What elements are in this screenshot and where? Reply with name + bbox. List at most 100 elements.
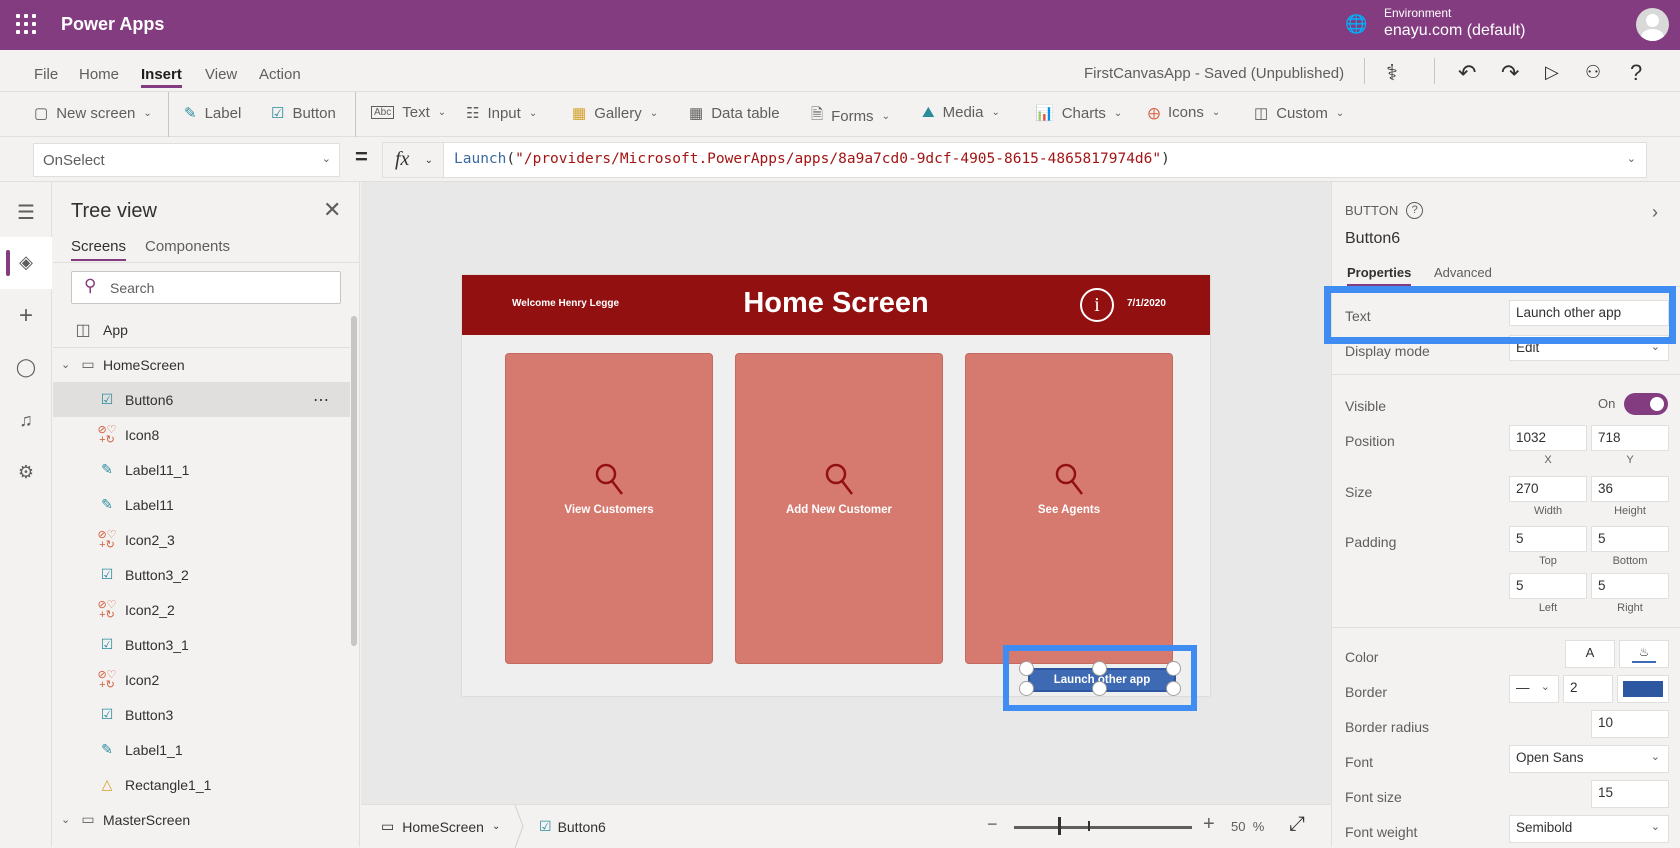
font-dropdown[interactable]: Open Sans ⌄ bbox=[1509, 745, 1669, 773]
icons-dropdown[interactable]: ⨁ Icons ⌄ bbox=[1148, 104, 1220, 121]
tree-item-label11-1[interactable]: ✎ Label11_1 bbox=[53, 452, 350, 487]
label-button[interactable]: ✎ Label bbox=[184, 104, 241, 123]
breadcrumb-screen[interactable]: ▭ HomeScreen ⌄ bbox=[381, 818, 500, 835]
chevron-right-icon[interactable]: › bbox=[1652, 202, 1658, 223]
environment-value[interactable]: enayu.com (default) bbox=[1384, 22, 1525, 40]
font-size-input[interactable]: 15 bbox=[1591, 780, 1669, 808]
media-dropdown[interactable]: ⛰ Media ⌄ bbox=[922, 104, 1000, 121]
resize-handle[interactable] bbox=[1019, 681, 1034, 696]
tab-components[interactable]: Components bbox=[145, 238, 230, 255]
text-color-picker[interactable]: A bbox=[1565, 640, 1615, 668]
font-weight-dropdown[interactable]: Semibold ⌄ bbox=[1509, 815, 1669, 843]
info-icon[interactable]: i bbox=[1080, 288, 1114, 322]
height-input[interactable]: 36 bbox=[1591, 476, 1669, 502]
app-checker-icon[interactable]: ⚕ bbox=[1386, 60, 1398, 86]
close-icon[interactable]: ✕ bbox=[323, 197, 341, 223]
preview-play-icon[interactable]: ▷ bbox=[1545, 62, 1559, 83]
environment-icon[interactable]: 🌐 bbox=[1345, 14, 1367, 35]
width-input[interactable]: 270 bbox=[1509, 476, 1587, 502]
resize-handle[interactable] bbox=[1019, 661, 1034, 676]
padding-right-input[interactable]: 5 bbox=[1591, 573, 1669, 599]
menu-action[interactable]: Action bbox=[259, 66, 301, 83]
formula-input[interactable]: Launch("/providers/Microsoft.PowerApps/a… bbox=[443, 142, 1647, 178]
forms-dropdown[interactable]: 🗎 Forms ⌄ bbox=[811, 104, 890, 129]
input-dropdown[interactable]: ☷ Input ⌄ bbox=[466, 104, 537, 123]
resize-handle[interactable] bbox=[1166, 661, 1181, 676]
home-screen-header[interactable]: Welcome Henry Legge Home Screen i 7/1/20… bbox=[462, 275, 1210, 335]
tree-item-icon8[interactable]: ⊘♡ +↻ Icon8 bbox=[53, 417, 350, 452]
padding-left-input[interactable]: 5 bbox=[1509, 573, 1587, 599]
tree-item-homescreen[interactable]: ⌄ ▭ HomeScreen bbox=[53, 347, 350, 382]
resize-handle[interactable] bbox=[1092, 661, 1107, 676]
new-screen-button[interactable]: ▢ New screen ⌄ bbox=[34, 104, 152, 123]
chevron-down-icon[interactable]: ⌄ bbox=[61, 813, 70, 826]
gallery-dropdown[interactable]: ▦ Gallery ⌄ bbox=[572, 104, 658, 123]
padding-top-input[interactable]: 5 bbox=[1509, 526, 1587, 552]
help-icon[interactable]: ? bbox=[1630, 60, 1642, 86]
position-y-input[interactable]: 718 bbox=[1591, 425, 1669, 451]
border-width-input[interactable]: 2 bbox=[1563, 675, 1613, 703]
border-style-dropdown[interactable]: — ⌄ bbox=[1509, 675, 1559, 703]
control-name[interactable]: Button6 bbox=[1345, 230, 1400, 248]
tree-scrollbar[interactable] bbox=[351, 316, 357, 646]
tree-search-input[interactable]: ⚲ Search bbox=[71, 271, 341, 304]
tree-item-icon2-2[interactable]: ⊘♡ +↻ Icon2_2 bbox=[53, 592, 350, 627]
custom-dropdown[interactable]: ◫ Custom ⌄ bbox=[1254, 104, 1344, 123]
tree-item-icon2-3[interactable]: ⊘♡ +↻ Icon2_3 bbox=[53, 522, 350, 557]
chevron-down-icon[interactable]: ⌄ bbox=[61, 358, 70, 371]
undo-icon[interactable]: ↶ bbox=[1458, 60, 1476, 86]
date-label[interactable]: 7/1/2020 bbox=[1127, 298, 1166, 309]
insert-plus-icon[interactable]: + bbox=[0, 302, 52, 330]
visible-toggle[interactable] bbox=[1624, 393, 1668, 415]
more-options-icon[interactable]: ⋯ bbox=[313, 390, 330, 410]
data-table-button[interactable]: ▦ Data table bbox=[689, 104, 780, 123]
function-picker[interactable]: fx ⌄ bbox=[382, 142, 444, 178]
tab-screens[interactable]: Screens bbox=[71, 238, 127, 261]
hamburger-icon[interactable]: ☰ bbox=[0, 200, 52, 225]
button-button[interactable]: ☑ Button bbox=[271, 104, 336, 123]
tree-item-button3-2[interactable]: ☑ Button3_2 bbox=[53, 557, 350, 592]
resize-handle[interactable] bbox=[1092, 681, 1107, 696]
layers-icon[interactable]: ◈ bbox=[0, 252, 52, 273]
user-avatar[interactable] bbox=[1636, 8, 1669, 41]
tree-item-masterscreen[interactable]: ⌄ ▭ MasterScreen bbox=[53, 802, 350, 837]
share-icon[interactable]: ⚇ bbox=[1585, 62, 1601, 83]
fit-to-window-icon[interactable]: ⤢ bbox=[1289, 813, 1305, 836]
tile-view-customers[interactable]: View Customers bbox=[505, 353, 713, 664]
resize-handle[interactable] bbox=[1166, 681, 1181, 696]
menu-insert[interactable]: Insert bbox=[141, 66, 182, 88]
expand-formula-icon[interactable]: ⌄ bbox=[1627, 152, 1636, 165]
tree-item-button3-1[interactable]: ☑ Button3_1 bbox=[53, 627, 350, 662]
media-icon[interactable]: ♫ bbox=[0, 410, 52, 431]
app-launcher-icon[interactable] bbox=[16, 14, 36, 34]
tab-advanced[interactable]: Advanced bbox=[1434, 265, 1492, 280]
menu-file[interactable]: File bbox=[34, 66, 58, 83]
zoom-slider[interactable] bbox=[1014, 826, 1192, 829]
redo-icon[interactable]: ↷ bbox=[1501, 60, 1519, 86]
border-color-picker[interactable] bbox=[1617, 675, 1669, 703]
zoom-in-button[interactable]: + bbox=[1203, 813, 1215, 836]
fill-color-picker[interactable]: ♨ bbox=[1619, 640, 1669, 668]
tree-item-app[interactable]: ◫ App bbox=[53, 312, 350, 347]
zoom-out-button[interactable]: − bbox=[987, 814, 998, 835]
charts-dropdown[interactable]: 📊 Charts ⌄ bbox=[1035, 104, 1122, 123]
tree-item-rectangle1-1[interactable]: △ Rectangle1_1 bbox=[53, 767, 350, 802]
zoom-slider-thumb[interactable] bbox=[1058, 817, 1061, 835]
tree-item-icon2[interactable]: ⊘♡ +↻ Icon2 bbox=[53, 662, 350, 697]
tile-add-new-customer[interactable]: Add New Customer bbox=[735, 353, 943, 664]
menu-view[interactable]: View bbox=[205, 66, 237, 83]
tree-item-label11[interactable]: ✎ Label11 bbox=[53, 487, 350, 522]
padding-bottom-input[interactable]: 5 bbox=[1591, 526, 1669, 552]
text-dropdown[interactable]: Abc Text ⌄ bbox=[371, 104, 446, 121]
advanced-tools-icon[interactable]: ⚙ bbox=[0, 462, 52, 483]
property-dropdown[interactable]: OnSelect ⌄ bbox=[33, 143, 340, 177]
position-x-input[interactable]: 1032 bbox=[1509, 425, 1587, 451]
tab-properties[interactable]: Properties bbox=[1347, 265, 1412, 286]
border-radius-input[interactable]: 10 bbox=[1591, 710, 1669, 738]
app-name[interactable]: Power Apps bbox=[61, 14, 164, 35]
tile-see-agents[interactable]: See Agents bbox=[965, 353, 1173, 664]
help-icon[interactable]: ? bbox=[1406, 202, 1424, 219]
tree-item-button6[interactable]: ☑ Button6 ⋯ bbox=[53, 382, 350, 417]
tree-item-label1-1[interactable]: ✎ Label1_1 bbox=[53, 732, 350, 767]
menu-home[interactable]: Home bbox=[79, 66, 119, 83]
